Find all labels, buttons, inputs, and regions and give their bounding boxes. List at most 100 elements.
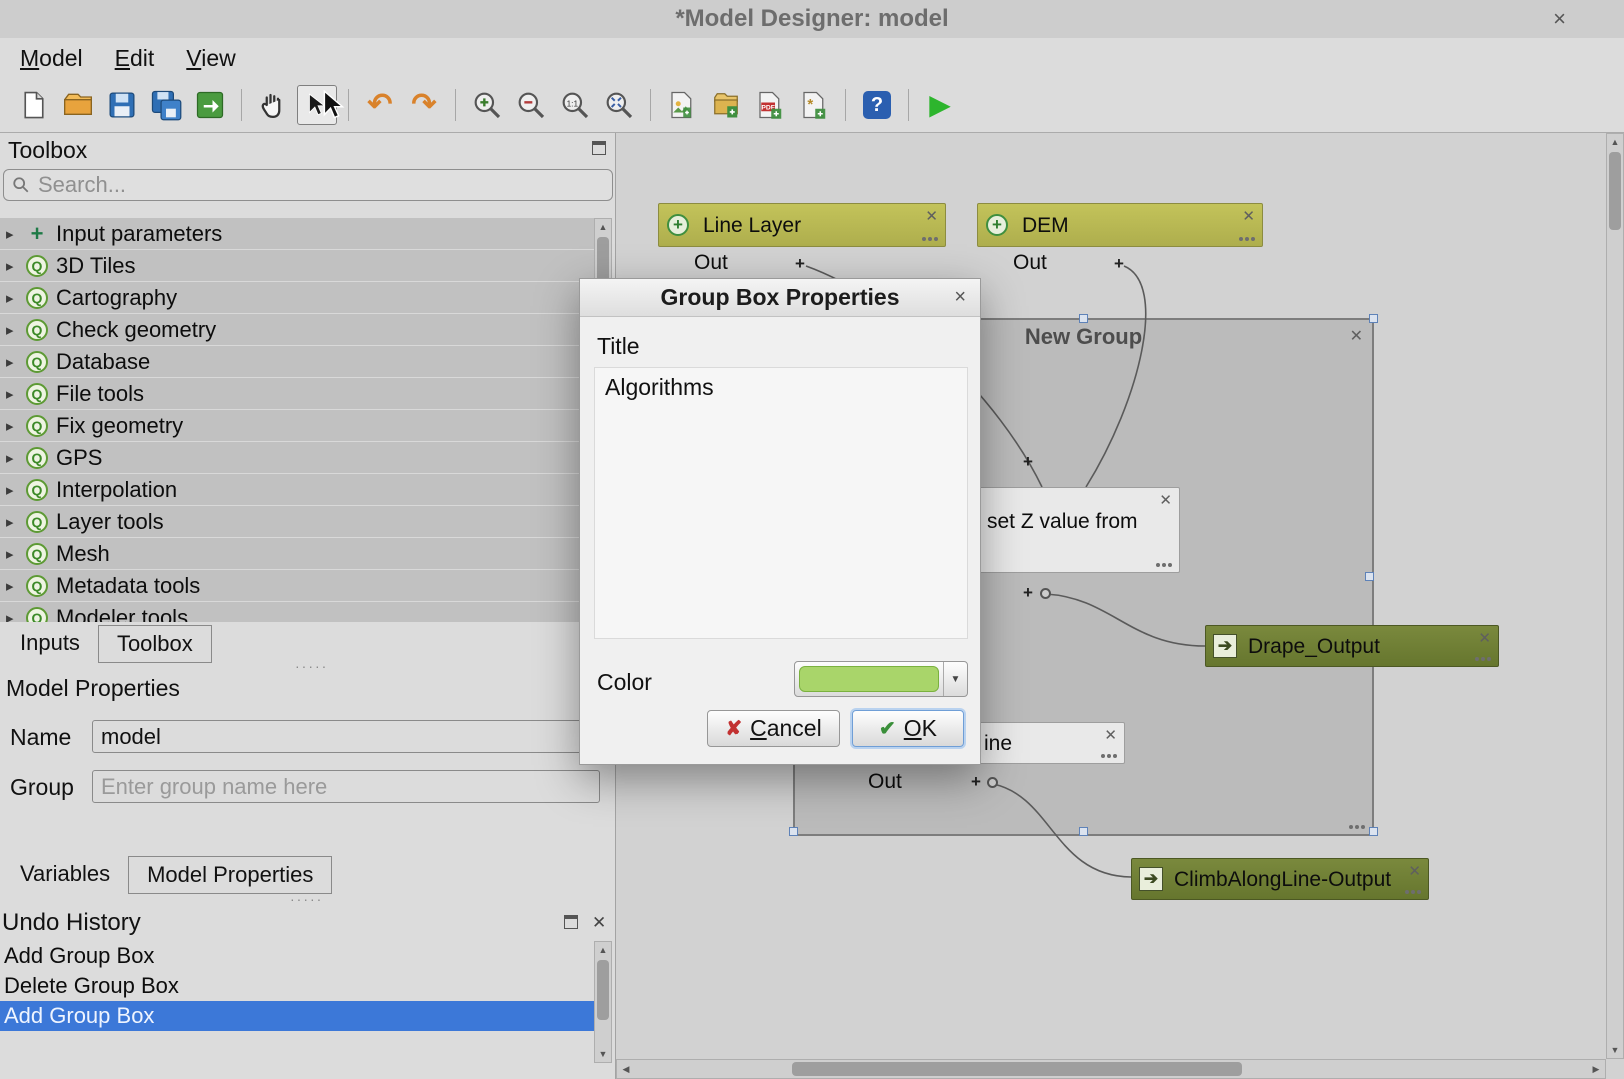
node-climbalongline-output[interactable]: ➔ ClimbAlongLine-Output ✕ bbox=[1131, 858, 1429, 900]
toolbox-item-database[interactable]: ▸ Q Database bbox=[0, 346, 594, 378]
export-as-script-button[interactable]: * bbox=[794, 85, 834, 125]
close-panel-icon[interactable]: ✕ bbox=[592, 913, 606, 933]
zoom-out-button[interactable] bbox=[511, 85, 551, 125]
scroll-left-icon[interactable]: ◀ bbox=[617, 1060, 635, 1078]
scroll-up-icon[interactable]: ▲ bbox=[595, 942, 611, 958]
run-model-button[interactable]: ▶ bbox=[920, 85, 960, 125]
scroll-thumb[interactable] bbox=[597, 960, 609, 1020]
splitter-handle[interactable]: ····· bbox=[290, 891, 323, 907]
chevron-down-icon[interactable]: ▼ bbox=[943, 662, 967, 696]
group-title-input[interactable]: Algorithms bbox=[594, 367, 968, 639]
toolbox-search[interactable]: Search... bbox=[3, 169, 613, 201]
selection-handle[interactable] bbox=[1369, 827, 1378, 836]
node-dem[interactable]: + DEM ✕ bbox=[977, 203, 1263, 247]
canvas-vertical-scrollbar[interactable]: ▲ ▼ bbox=[1606, 133, 1624, 1059]
splitter-handle[interactable]: ····· bbox=[295, 658, 328, 674]
selection-handle[interactable] bbox=[789, 827, 798, 836]
ok-button[interactable]: ✔ OK bbox=[852, 710, 964, 747]
node-delete-icon[interactable]: ✕ bbox=[1242, 207, 1255, 225]
expand-arrow-icon[interactable]: ▸ bbox=[6, 577, 24, 595]
pan-tool-button[interactable] bbox=[253, 85, 293, 125]
zoom-in-button[interactable] bbox=[467, 85, 507, 125]
scroll-down-icon[interactable]: ▼ bbox=[595, 1046, 611, 1062]
scroll-right-icon[interactable]: ▶ bbox=[1587, 1060, 1605, 1078]
toolbox-item-fix-geometry[interactable]: ▸ Q Fix geometry bbox=[0, 410, 594, 442]
export-model-image-button[interactable] bbox=[190, 85, 230, 125]
expand-arrow-icon[interactable]: ▸ bbox=[6, 289, 24, 307]
link-expand-icon[interactable]: + bbox=[795, 254, 805, 274]
toolbox-item-layer-tools[interactable]: ▸ Q Layer tools bbox=[0, 506, 594, 538]
menu-edit[interactable]: Edit bbox=[99, 40, 171, 77]
scroll-thumb[interactable] bbox=[792, 1062, 1242, 1076]
float-panel-icon[interactable] bbox=[564, 915, 578, 929]
link-expand-icon[interactable]: + bbox=[971, 772, 981, 792]
toolbox-item-file-tools[interactable]: ▸ Q File tools bbox=[0, 378, 594, 410]
save-model-as-button[interactable] bbox=[146, 85, 186, 125]
toolbox-item-modeler-tools[interactable]: ▸ Q Modeler tools bbox=[0, 602, 594, 622]
node-delete-icon[interactable]: ✕ bbox=[925, 207, 938, 225]
undo-item-selected[interactable]: Add Group Box bbox=[0, 1001, 594, 1031]
node-delete-icon[interactable]: ✕ bbox=[1159, 491, 1172, 509]
selection-handle[interactable] bbox=[1365, 572, 1374, 581]
menu-model[interactable]: Model bbox=[4, 40, 99, 77]
node-drape-output[interactable]: ➔ Drape_Output ✕ bbox=[1205, 625, 1499, 667]
tab-variables[interactable]: Variables bbox=[2, 856, 128, 894]
link-expand-icon[interactable]: + bbox=[1023, 583, 1033, 603]
node-comment-dots-icon[interactable] bbox=[1405, 890, 1421, 894]
cancel-button[interactable]: ✘ Cancel bbox=[707, 710, 840, 747]
link-expand-icon[interactable]: + bbox=[1023, 452, 1033, 472]
window-close-icon[interactable]: × bbox=[1553, 6, 1566, 32]
expand-arrow-icon[interactable]: ▸ bbox=[6, 353, 24, 371]
output-socket[interactable] bbox=[987, 777, 998, 788]
node-comment-dots-icon[interactable] bbox=[1156, 563, 1172, 567]
link-expand-icon[interactable]: + bbox=[1114, 254, 1124, 274]
dialog-close-icon[interactable]: × bbox=[954, 286, 966, 309]
toolbox-item-gps[interactable]: ▸ Q GPS bbox=[0, 442, 594, 474]
undo-item[interactable]: Delete Group Box bbox=[0, 971, 594, 1001]
export-as-image-button[interactable] bbox=[662, 85, 702, 125]
color-dropdown[interactable]: ▼ bbox=[794, 661, 968, 697]
scroll-up-icon[interactable]: ▲ bbox=[1607, 134, 1623, 150]
selection-handle[interactable] bbox=[1079, 314, 1088, 323]
undo-history-scrollbar[interactable]: ▲ ▼ bbox=[594, 941, 612, 1063]
scroll-thumb[interactable] bbox=[1609, 152, 1621, 230]
export-as-svg-button[interactable] bbox=[706, 85, 746, 125]
toolbox-item-input-parameters[interactable]: ▸ + Input parameters bbox=[0, 218, 594, 250]
open-model-button[interactable] bbox=[58, 85, 98, 125]
output-socket[interactable] bbox=[1040, 588, 1051, 599]
toolbox-item-cartography[interactable]: ▸ Q Cartography bbox=[0, 282, 594, 314]
model-group-input[interactable] bbox=[92, 770, 600, 803]
canvas-horizontal-scrollbar[interactable]: ◀ ▶ bbox=[616, 1059, 1606, 1079]
expand-arrow-icon[interactable]: ▸ bbox=[6, 257, 24, 275]
zoom-full-button[interactable] bbox=[599, 85, 639, 125]
node-delete-icon[interactable]: ✕ bbox=[1478, 629, 1491, 647]
undo-item[interactable]: Add Group Box bbox=[0, 941, 594, 971]
expand-arrow-icon[interactable]: ▸ bbox=[6, 481, 24, 499]
group-delete-icon[interactable]: ✕ bbox=[1350, 326, 1363, 346]
node-delete-icon[interactable]: ✕ bbox=[1104, 726, 1117, 744]
new-model-button[interactable] bbox=[14, 85, 54, 125]
expand-arrow-icon[interactable]: ▸ bbox=[6, 609, 24, 623]
toolbox-item-interpolation[interactable]: ▸ Q Interpolation bbox=[0, 474, 594, 506]
menu-view[interactable]: View bbox=[170, 40, 251, 77]
undo-button[interactable]: ↶ bbox=[360, 85, 400, 125]
expand-arrow-icon[interactable]: ▸ bbox=[6, 449, 24, 467]
node-line-layer[interactable]: + Line Layer ✕ bbox=[658, 203, 946, 247]
model-name-input[interactable] bbox=[92, 720, 614, 753]
node-comment-dots-icon[interactable] bbox=[922, 237, 938, 241]
expand-arrow-icon[interactable]: ▸ bbox=[6, 417, 24, 435]
toolbox-item-mesh[interactable]: ▸ Q Mesh bbox=[0, 538, 594, 570]
node-comment-dots-icon[interactable] bbox=[1475, 657, 1491, 661]
export-as-pdf-button[interactable]: PDF bbox=[750, 85, 790, 125]
tab-inputs[interactable]: Inputs bbox=[2, 625, 98, 663]
expand-arrow-icon[interactable]: ▸ bbox=[6, 385, 24, 403]
dialog-title-bar[interactable]: Group Box Properties × bbox=[580, 279, 980, 317]
group-comment-dots-icon[interactable] bbox=[1349, 825, 1365, 829]
expand-arrow-icon[interactable]: ▸ bbox=[6, 225, 24, 243]
help-button[interactable]: ? bbox=[857, 85, 897, 125]
selection-handle[interactable] bbox=[1369, 314, 1378, 323]
toolbox-item-3d-tiles[interactable]: ▸ Q 3D Tiles bbox=[0, 250, 594, 282]
tab-model-properties[interactable]: Model Properties bbox=[128, 856, 332, 894]
expand-arrow-icon[interactable]: ▸ bbox=[6, 513, 24, 531]
node-comment-dots-icon[interactable] bbox=[1239, 237, 1255, 241]
